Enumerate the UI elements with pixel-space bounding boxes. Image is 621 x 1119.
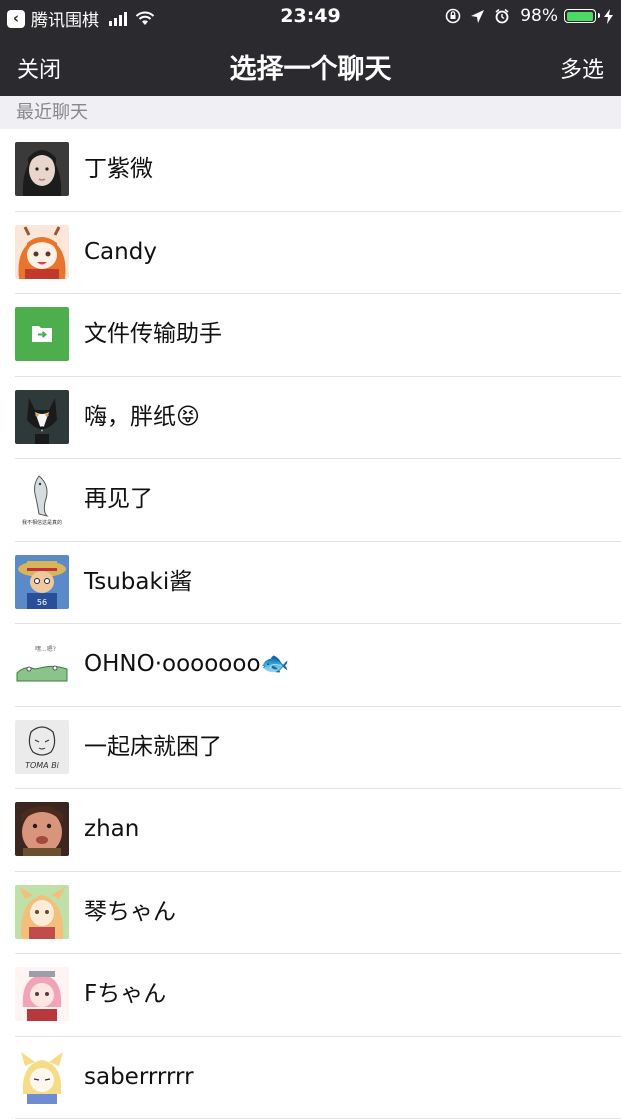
chat-row[interactable]: saberrrrrr [0,1037,621,1119]
avatar-caption: 我不相信这是真的 [22,519,62,526]
chat-name: 文件传输助手 [84,294,222,374]
nav-bar: 关闭 选择一个聊天 多选 [0,33,621,96]
avatar [15,390,69,444]
chat-name: OHNO·ooooooo🐟 [84,624,289,704]
battery-icon [564,9,596,23]
chat-row[interactable]: Candy [0,212,621,295]
chat-row[interactable]: 56 Tsubaki酱 [0,542,621,625]
avatar: TOMA Bi [15,720,69,774]
battery-percent: 98% [520,6,558,26]
avatar-caption: TOMA Bi [25,761,60,770]
chat-row[interactable]: 琴ちゃん [0,872,621,955]
chat-row[interactable]: 丁紫微 [0,129,621,212]
chat-name: saberrrrrr [84,1037,194,1117]
location-icon [470,9,485,24]
multi-select-button[interactable]: 多选 [560,52,604,84]
chat-name: Candy [84,212,157,292]
status-bar: ‹ 腾讯围棋 23:49 98% [0,0,621,33]
avatar: 56 [15,555,69,609]
svg-text:56: 56 [37,598,47,607]
chat-name: 琴ちゃん [84,872,176,952]
chat-row[interactable]: 我不相信这是真的 再见了 [0,459,621,542]
chat-name: Fちゃん [84,954,166,1034]
chat-name: 一起床就困了 [84,707,222,787]
avatar [15,967,69,1021]
chat-name: Tsubaki酱 [84,542,192,622]
chat-row[interactable]: TOMA Bi 一起床就困了 [0,707,621,790]
chat-name: zhan [84,789,139,869]
avatar [15,1050,69,1104]
avatar [15,802,69,856]
avatar: 嘿...嗯? [15,637,69,691]
chat-name: 嗨，胖纸😝 [84,377,200,457]
chat-name: 丁紫微 [84,129,153,209]
page-title: 选择一个聊天 [0,47,621,86]
svg-text:嘿...嗯?: 嘿...嗯? [35,646,56,653]
avatar [15,225,69,279]
avatar [15,885,69,939]
avatar [15,142,69,196]
chat-list: 丁紫微 Candy 文件传输助手 [0,129,621,1119]
orientation-lock-icon [445,8,461,24]
status-right: 98% [436,6,613,26]
chat-row[interactable]: 嗨，胖纸😝 [0,377,621,460]
avatar: 我不相信这是真的 [15,472,69,526]
chat-row[interactable]: zhan [0,789,621,872]
alarm-icon [494,8,510,24]
chat-row[interactable]: 文件传输助手 [0,294,621,377]
file-transfer-icon [15,307,69,361]
charging-icon [604,9,613,24]
section-header-recent: 最近聊天 [0,96,621,129]
chat-row[interactable]: 嘿...嗯? OHNO·ooooooo🐟 [0,624,621,707]
chat-row[interactable]: Fちゃん [0,954,621,1037]
chat-name: 再见了 [84,459,153,539]
